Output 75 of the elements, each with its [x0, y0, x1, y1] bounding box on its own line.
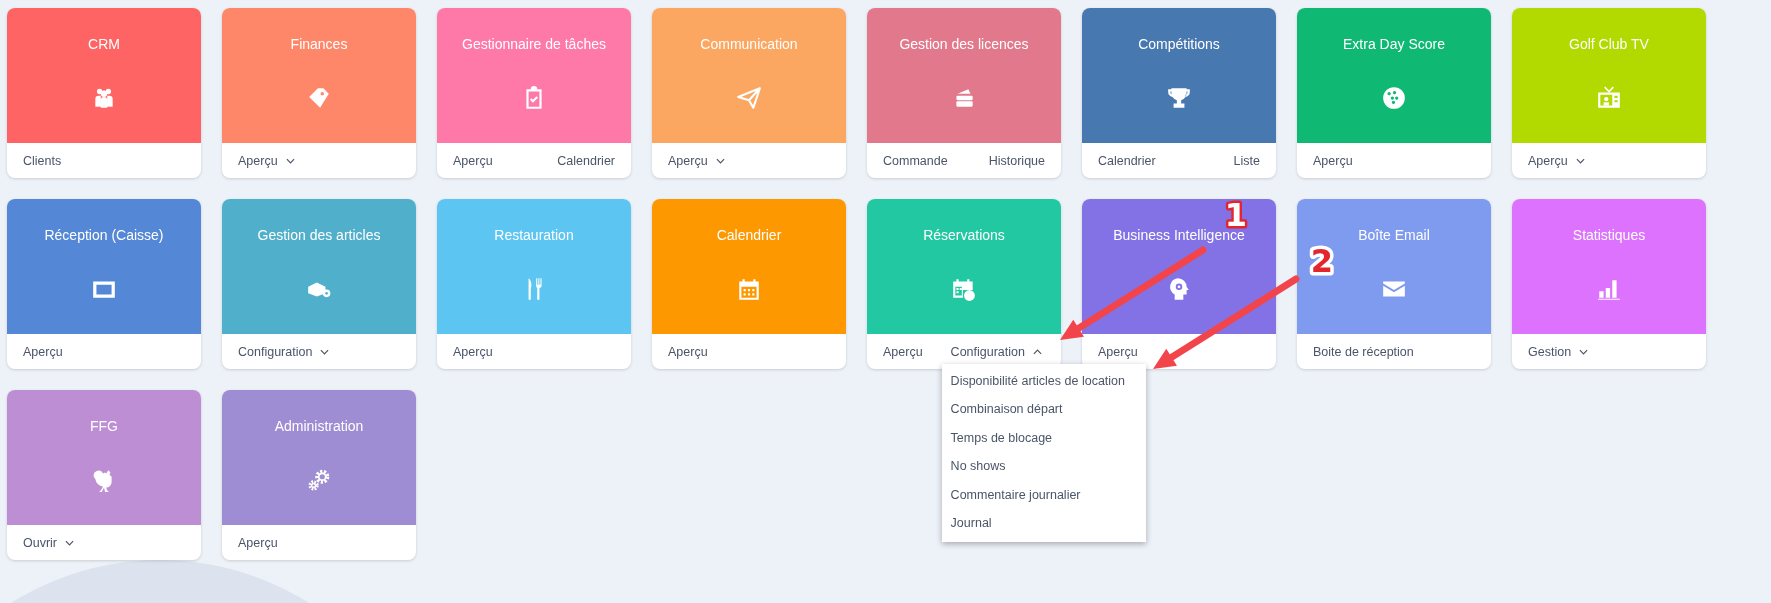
app-tile[interactable]: Extra Day Score Aperçu	[1297, 8, 1491, 178]
caret-icon	[285, 157, 295, 164]
tile-title: Restauration	[494, 226, 574, 244]
tile-link[interactable]: Aperçu	[453, 153, 493, 168]
tile-title: Golf Club TV	[1569, 35, 1649, 53]
tile-title: Compétitions	[1138, 35, 1220, 53]
tile-link[interactable]: Commande	[883, 153, 948, 168]
tile-link[interactable]: Historique	[988, 153, 1045, 168]
app-tile[interactable]: Restauration Aperçu	[437, 199, 631, 369]
tile-link[interactable]: Aperçu	[1098, 344, 1138, 359]
menu-item[interactable]: Commentaire journalier	[941, 480, 1146, 509]
tile-title: Boîte Email	[1358, 226, 1430, 244]
calendar-icon	[736, 276, 762, 302]
app-tile[interactable]: Communication Aperçu	[652, 8, 846, 178]
tile-link[interactable]: Aperçu	[1313, 153, 1353, 168]
calendar-clock-icon	[951, 276, 977, 302]
app-tile[interactable]: Calendrier Aperçu	[652, 199, 846, 369]
caret-icon	[715, 157, 725, 164]
app-tile[interactable]: FFG Ouvrir	[7, 390, 201, 560]
tile-link[interactable]: Aperçu	[23, 344, 63, 359]
tv-icon	[1596, 85, 1622, 111]
app-tile[interactable]: Gestion des articles Configuration	[222, 199, 416, 369]
caret-icon	[320, 348, 330, 355]
caret-icon	[1032, 348, 1042, 355]
dropdown-link[interactable]: Aperçu	[1528, 153, 1585, 168]
tile-link[interactable]: Clients	[23, 153, 62, 168]
menu-item[interactable]: No shows	[941, 452, 1146, 481]
paper-plane-icon	[736, 85, 762, 111]
tile-link[interactable]: Aperçu	[883, 344, 923, 359]
dropdown-link[interactable]: Gestion	[1528, 344, 1589, 359]
menu-item[interactable]: Combinaison départ	[941, 395, 1146, 424]
caret-icon	[65, 539, 75, 546]
app-tile[interactable]: Gestion des licences Commande Historique	[867, 8, 1061, 178]
app-tile[interactable]: Statistiques Gestion	[1512, 199, 1706, 369]
app-tile[interactable]: Gestionnaire de tâches Aperçu Calendrier	[437, 8, 631, 178]
gears-icon	[306, 467, 332, 493]
tile-title: Business Intelligence	[1113, 226, 1245, 244]
app-tile[interactable]: Réception (Caisse) Aperçu	[7, 199, 201, 369]
tile-link[interactable]: Calendrier	[557, 153, 615, 168]
tile-title: Réception (Caisse)	[44, 226, 164, 244]
tile-title: Gestion des licences	[899, 35, 1029, 53]
menu-item[interactable]: Journal	[941, 509, 1146, 538]
tile-title: Finances	[290, 35, 348, 53]
tile-title: Calendrier	[716, 226, 782, 244]
dropdown-link[interactable]: Aperçu	[668, 153, 725, 168]
dropdown-link[interactable]: Ouvrir	[23, 535, 75, 550]
app-tile[interactable]: Finances Aperçu	[222, 8, 416, 178]
tile-title: Gestionnaire de tâches	[462, 35, 606, 53]
trophy-icon	[1166, 85, 1192, 111]
annotation-number: 2	[1310, 242, 1334, 280]
tile-link[interactable]: Aperçu	[238, 535, 278, 550]
dropdown-link[interactable]: Aperçu	[238, 153, 295, 168]
caret-icon	[1575, 157, 1585, 164]
tile-title: Gestion des articles	[257, 226, 381, 244]
tile-title: CRM	[88, 35, 120, 53]
tile-title: Communication	[700, 35, 798, 53]
dropdown-link[interactable]: Configuration	[950, 344, 1042, 359]
dropdown-link[interactable]: Configuration	[238, 344, 330, 359]
tile-link[interactable]: Liste	[1233, 153, 1260, 168]
tile-link[interactable]: Calendrier	[1098, 153, 1156, 168]
app-tile[interactable]: Compétitions Calendrier Liste	[1082, 8, 1276, 178]
tile-link[interactable]: Aperçu	[453, 344, 493, 359]
app-tile[interactable]: Golf Club TV Aperçu	[1512, 8, 1706, 178]
tile-title: Administration	[274, 417, 364, 435]
app-tile[interactable]: CRM Clients	[7, 8, 201, 178]
tile-title: Statistiques	[1572, 226, 1646, 244]
menu-item[interactable]: Temps de blocage	[941, 423, 1146, 452]
menu-item[interactable]: Disponibilité articles de location	[941, 366, 1146, 395]
tile-title: Réservations	[923, 226, 1005, 244]
app-tile[interactable]: Administration Aperçu	[222, 390, 416, 560]
tile-title: Extra Day Score	[1343, 35, 1445, 53]
tile-link[interactable]: Aperçu	[668, 344, 708, 359]
tile-link[interactable]: Boite de réception	[1313, 344, 1414, 359]
tile-title: FFG	[90, 417, 118, 435]
caret-icon	[1579, 348, 1589, 355]
